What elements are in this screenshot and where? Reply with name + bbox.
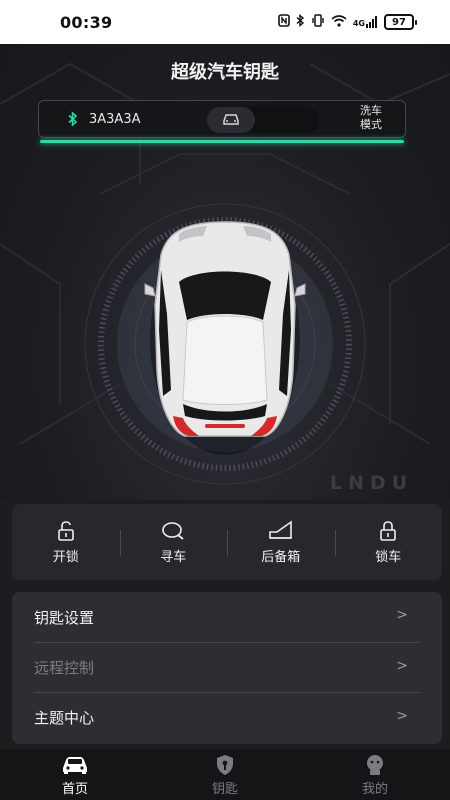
menu-item-key-settings[interactable]: 钥匙设置 > [12, 592, 442, 642]
nav-label: 钥匙 [211, 781, 238, 797]
unlock-label: 开锁 [52, 549, 79, 565]
menu-item-remote-control[interactable]: 远程控制 > [34, 642, 420, 692]
page-title: 超级汽车钥匙 [171, 62, 279, 83]
signal-icon: 4G [353, 16, 378, 28]
wash-mode-toggle[interactable] [207, 107, 319, 133]
battery-icon: 97 [384, 14, 417, 30]
vibrate-icon [311, 13, 325, 31]
status-icons: 4G 97 [278, 13, 417, 31]
shield-key-icon [215, 754, 235, 776]
find-car-button[interactable]: 寻车 [119, 504, 228, 580]
chevron-right-icon: > [396, 708, 408, 724]
chevron-right-icon: > [396, 658, 408, 674]
car-icon [60, 754, 90, 776]
status-bar: 00:39 4G 97 [0, 0, 450, 44]
device-name: 3A3A3A [89, 112, 141, 127]
connection-indicator [40, 140, 404, 143]
trunk-label: 后备箱 [261, 549, 301, 565]
find-car-label: 寻车 [160, 549, 187, 565]
lock-label: 锁车 [375, 549, 402, 565]
car-top-view [144, 221, 306, 455]
trunk-button[interactable]: 后备箱 [227, 504, 335, 580]
menu-item-label: 钥匙设置 [34, 608, 95, 627]
lock-icon [377, 520, 399, 542]
unlock-icon [55, 520, 77, 542]
nav-item-profile[interactable]: 我的 [300, 750, 450, 800]
nav-item-home[interactable]: 首页 [0, 750, 150, 800]
chevron-right-icon: > [396, 607, 408, 623]
trunk-icon [267, 519, 295, 542]
bottom-nav: 首页 钥匙 我的 [0, 750, 450, 800]
wash-mode-label[interactable]: 洗车 模式 [353, 104, 389, 132]
profile-icon [364, 754, 386, 776]
quick-actions-panel: 开锁 寻车 后备箱 锁车 [12, 504, 442, 580]
nav-label: 我的 [361, 781, 388, 797]
hero-area: 超级汽车钥匙 3A3A3A 洗车 模式 LNDU [0, 44, 450, 500]
status-time: 00:39 [60, 12, 113, 32]
connection-bar: 3A3A3A 洗车 模式 [38, 100, 406, 138]
nav-label: 首页 [61, 781, 88, 797]
find-car-icon [160, 520, 186, 542]
wifi-icon [331, 14, 347, 31]
bluetooth-icon [296, 13, 305, 31]
car-image [75, 220, 375, 464]
menu-item-label: 主题中心 [34, 709, 95, 727]
menu-list: 钥匙设置 > 远程控制 > 主题中心 > [12, 592, 442, 744]
battery-level: 97 [392, 16, 406, 28]
toggle-knob[interactable] [207, 107, 255, 133]
signal-label: 4G [352, 19, 365, 28]
lock-button[interactable]: 锁车 [334, 504, 443, 580]
nav-item-key[interactable]: 钥匙 [150, 750, 300, 800]
unlock-button[interactable]: 开锁 [12, 504, 120, 580]
menu-item-label: 远程控制 [34, 659, 95, 677]
menu-item-theme-center[interactable]: 主题中心 > [34, 692, 420, 742]
wash-mode-text: 洗车 模式 [360, 104, 382, 131]
car-toggle-icon [221, 111, 241, 130]
brand-watermark: LNDU [330, 472, 414, 494]
bluetooth-connected-icon [67, 111, 79, 131]
nfc-icon [278, 13, 290, 31]
